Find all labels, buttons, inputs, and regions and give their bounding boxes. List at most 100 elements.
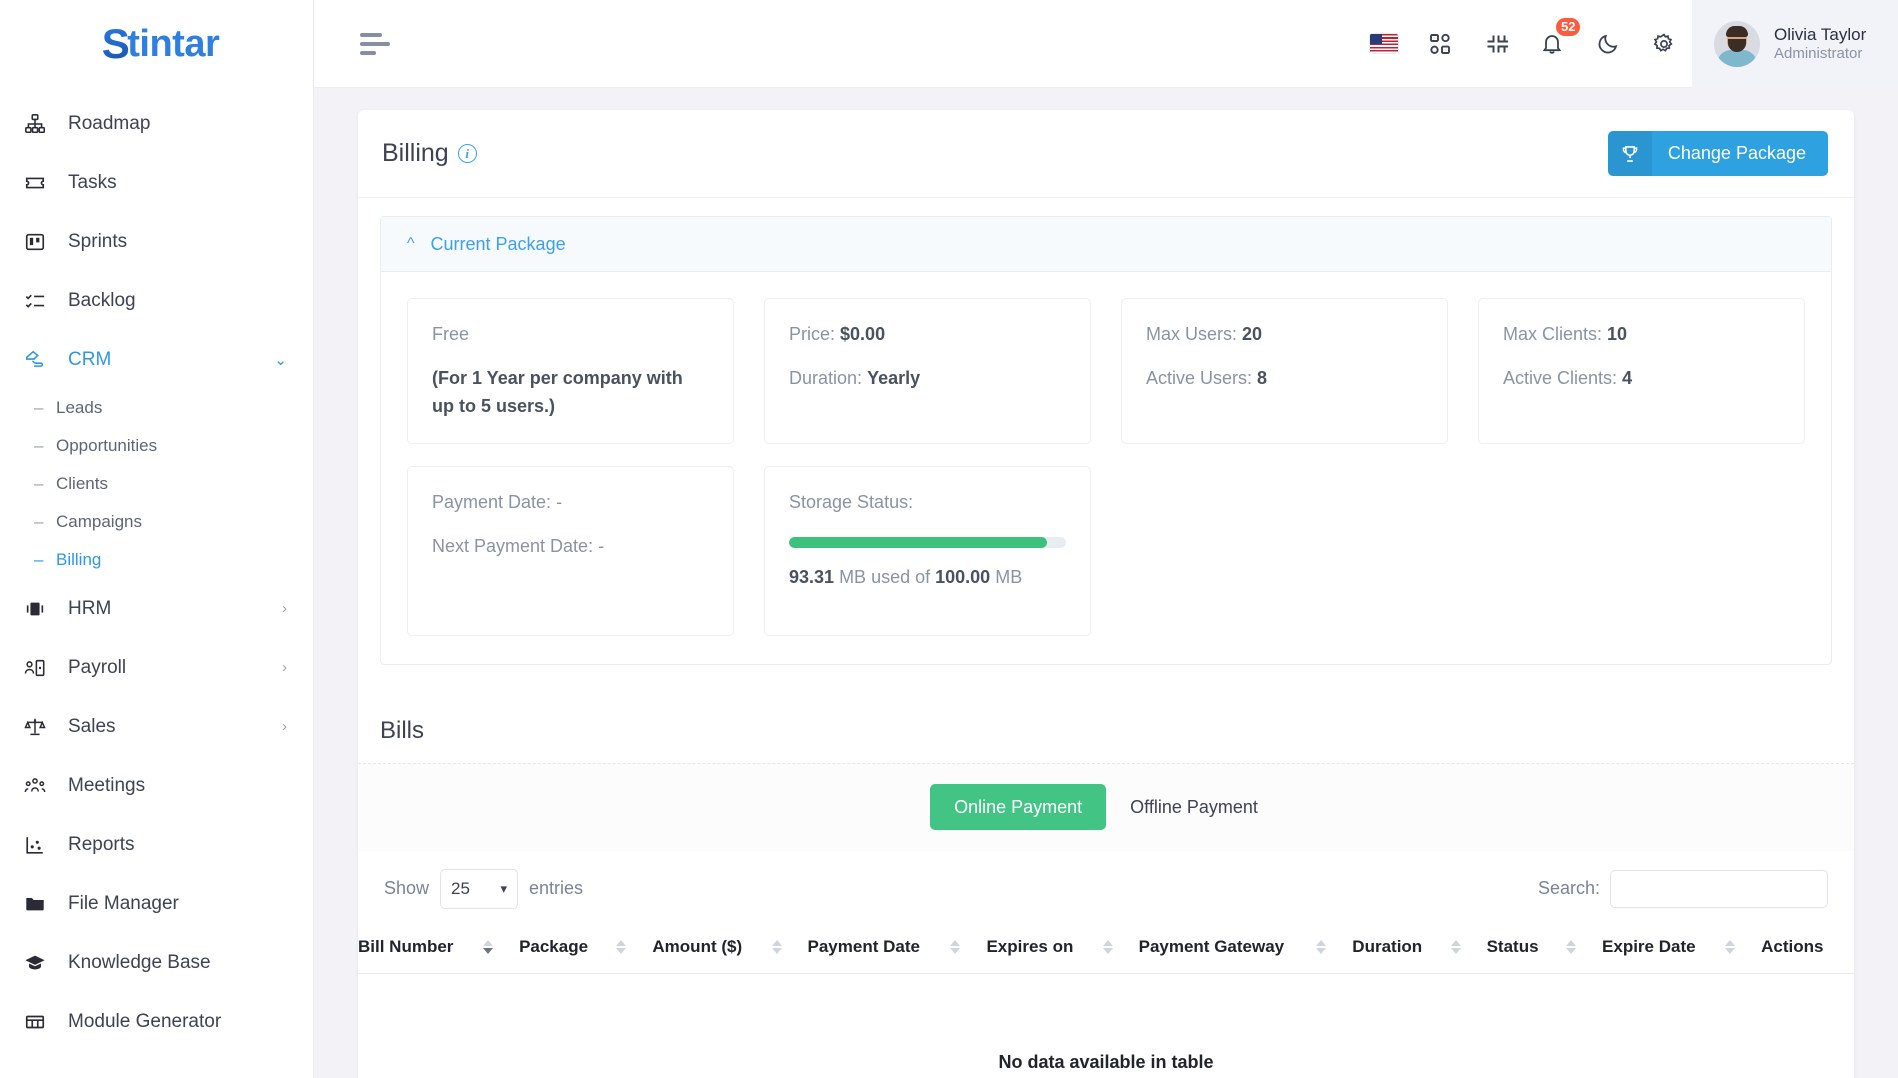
sort-icon xyxy=(1102,939,1113,954)
payment-date-row: Payment Date: - xyxy=(432,489,709,517)
sidebar-item-module-generator[interactable]: Module Generator xyxy=(0,992,313,1051)
folder-icon xyxy=(24,892,54,916)
bills-table-head: Bill Number Package Amount ($) Payment D… xyxy=(358,920,1854,974)
max-clients-value: 10 xyxy=(1607,324,1628,344)
graduation-icon xyxy=(24,951,54,975)
chevron-down-icon: ⌄ xyxy=(274,351,287,369)
user-profile-menu[interactable]: Olivia Taylor Administrator xyxy=(1692,0,1898,88)
column-bill-number[interactable]: Bill Number xyxy=(358,920,520,974)
sidebar-item-label: Roadmap xyxy=(68,112,151,134)
sidebar-item-payroll[interactable]: Payroll › xyxy=(0,638,313,697)
dash-icon: – xyxy=(34,436,44,455)
next-payment-date-value: - xyxy=(598,535,605,556)
current-package-wrapper: ^ Current Package Free (For 1 Year per c… xyxy=(358,198,1854,687)
info-icon[interactable]: i xyxy=(457,144,477,163)
empty-state-row: No data available in table xyxy=(358,973,1854,1078)
column-expire-date[interactable]: Expire Date xyxy=(1602,920,1762,974)
column-amount[interactable]: Amount ($) xyxy=(652,920,808,974)
theme-toggle-button[interactable] xyxy=(1580,0,1636,88)
brand-logo[interactable]: Stintar xyxy=(0,0,313,88)
main-area: 52 Olivia Taylor Administrator Billing i… xyxy=(314,0,1898,1078)
storage-total-value: 100.00 xyxy=(935,566,991,587)
tab-online-payment[interactable]: Online Payment xyxy=(930,784,1107,831)
bills-table: Bill Number Package Amount ($) Payment D… xyxy=(358,920,1854,1078)
storage-tile: Storage Status: 93.31 MB used of 100.00 xyxy=(764,465,1091,636)
dash-icon: – xyxy=(34,550,44,569)
storage-progress-fill xyxy=(789,536,1048,548)
sidebar-item-clients[interactable]: – Clients xyxy=(0,465,313,503)
sidebar-subitem-label: Opportunities xyxy=(56,436,158,455)
page-size-select[interactable]: 25 ▾ xyxy=(440,868,519,909)
sidebar-item-reports[interactable]: Reports xyxy=(0,815,313,874)
active-clients-row: Active Clients: 4 xyxy=(1503,365,1780,393)
language-selector[interactable] xyxy=(1356,0,1412,88)
column-duration[interactable]: Duration xyxy=(1352,920,1487,974)
package-details-grid: Free (For 1 Year per company with up to … xyxy=(381,272,1831,664)
max-users-value: 20 xyxy=(1242,324,1263,344)
trophy-icon xyxy=(1607,131,1652,176)
sidebar-nav: Roadmap Tasks Sprints Backlog CRM ⌄ – Le… xyxy=(0,88,313,1051)
sidebar-item-hrm[interactable]: HRM › xyxy=(0,579,313,638)
column-payment-date[interactable]: Payment Date xyxy=(807,920,987,974)
chevron-up-icon[interactable]: ^ xyxy=(407,236,415,252)
page-title: Billing i xyxy=(382,139,477,168)
duration-row: Duration: Yearly xyxy=(789,365,1066,393)
tab-offline-payment[interactable]: Offline Payment xyxy=(1106,784,1282,830)
billing-card-header: Billing i Change Package xyxy=(358,110,1854,198)
hamburger-icon[interactable] xyxy=(314,32,390,55)
sidebar-item-meetings[interactable]: Meetings xyxy=(0,756,313,815)
price-tile: Price: $0.00 Duration: Yearly xyxy=(764,298,1091,444)
active-clients-label: Active Clients: xyxy=(1503,367,1618,388)
payment-date-label: Payment Date: xyxy=(432,491,552,512)
max-clients-row: Max Clients: 10 xyxy=(1503,321,1780,349)
search-input[interactable] xyxy=(1610,869,1828,908)
notifications-button[interactable]: 52 xyxy=(1524,0,1583,88)
fullscreen-button[interactable] xyxy=(1468,0,1524,88)
table-header-row: Bill Number Package Amount ($) Payment D… xyxy=(358,920,1854,974)
sidebar-item-label: Reports xyxy=(68,833,135,855)
column-package[interactable]: Package xyxy=(519,920,653,974)
active-users-row: Active Users: 8 xyxy=(1146,365,1423,393)
sidebar-item-sprints[interactable]: Sprints xyxy=(0,212,313,271)
storage-used-value: 93.31 xyxy=(789,566,835,587)
sidebar-item-campaigns[interactable]: – Campaigns xyxy=(0,503,313,541)
change-package-button[interactable]: Change Package xyxy=(1607,131,1828,176)
entries-label: entries xyxy=(529,878,584,899)
sidebar-item-label: Sales xyxy=(68,715,116,737)
sidebar-item-tasks[interactable]: Tasks xyxy=(0,153,313,212)
page-length-control: Show 25 ▾ entries xyxy=(384,868,584,909)
sidebar-item-crm[interactable]: CRM ⌄ xyxy=(0,330,313,389)
sidebar-item-file-manager[interactable]: File Manager xyxy=(0,874,313,933)
brand-logo-mark: S xyxy=(101,20,130,67)
sidebar-item-label: Knowledge Base xyxy=(68,951,211,973)
sidebar-item-backlog[interactable]: Backlog xyxy=(0,271,313,330)
dash-icon: – xyxy=(34,474,44,493)
bills-title: Bills xyxy=(380,716,425,744)
sidebar-item-roadmap[interactable]: Roadmap xyxy=(0,94,313,153)
max-users-row: Max Users: 20 xyxy=(1146,321,1423,349)
sidebar-item-knowledge-base[interactable]: Knowledge Base xyxy=(0,933,313,992)
plan-tile: Free (For 1 Year per company with up to … xyxy=(407,298,734,444)
sort-icon xyxy=(1725,939,1736,954)
chart-icon xyxy=(24,833,54,857)
column-status[interactable]: Status xyxy=(1486,920,1603,974)
duration-value: Yearly xyxy=(867,367,921,388)
sidebar-item-opportunities[interactable]: – Opportunities xyxy=(0,427,313,465)
active-users-label: Active Users: xyxy=(1146,367,1253,388)
price-label: Price: xyxy=(789,324,836,344)
chevron-down-icon: ▾ xyxy=(500,880,508,896)
sidebar-item-leads[interactable]: – Leads xyxy=(0,389,313,427)
apps-grid-button[interactable] xyxy=(1412,0,1468,88)
column-expires-on[interactable]: Expires on xyxy=(986,920,1139,974)
sidebar-item-label: Payroll xyxy=(68,656,127,678)
brand-logo-text: tintar xyxy=(127,22,220,65)
sidebar-item-billing[interactable]: – Billing xyxy=(0,541,313,579)
users-tile: Max Users: 20 Active Users: 8 xyxy=(1121,298,1448,444)
current-package-header[interactable]: ^ Current Package xyxy=(381,217,1831,272)
sidebar-item-label: Meetings xyxy=(68,774,146,796)
settings-button[interactable] xyxy=(1636,0,1692,88)
sidebar-item-sales[interactable]: Sales › xyxy=(0,697,313,756)
next-payment-date-label: Next Payment Date: xyxy=(432,535,594,556)
column-payment-gateway[interactable]: Payment Gateway xyxy=(1138,920,1353,974)
sort-icon xyxy=(483,939,494,954)
